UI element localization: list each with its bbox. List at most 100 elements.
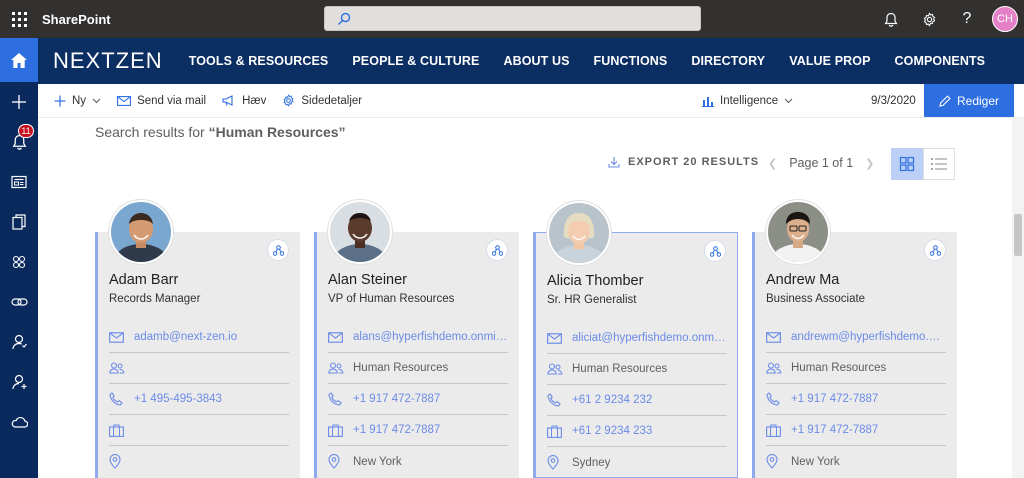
- person-icon[interactable]: [0, 322, 38, 362]
- email-row[interactable]: aliciat@hyperfishdemo.onmicr...: [547, 323, 727, 354]
- search-icon: [338, 12, 351, 25]
- home-icon[interactable]: [0, 38, 38, 82]
- nav-components[interactable]: COMPONENTS: [895, 54, 986, 68]
- location-row: Sydney: [547, 447, 727, 478]
- news-icon[interactable]: [0, 162, 38, 202]
- email-value[interactable]: andrewm@hyperfishdemo.on...: [791, 331, 946, 343]
- nav-functions[interactable]: FUNCTIONS: [594, 54, 668, 68]
- avatar: [109, 200, 173, 264]
- location-value: New York: [353, 455, 402, 468]
- sharepoint-brand[interactable]: SharePoint: [42, 12, 111, 27]
- email-value[interactable]: adamb@next-zen.io: [134, 331, 237, 343]
- phone-value[interactable]: +1 917 472-7887: [353, 393, 440, 405]
- export-button[interactable]: EXPORT 20 RESULTS: [608, 156, 759, 168]
- previous-page-icon[interactable]: ❮: [768, 157, 777, 170]
- department-row: Human Resources: [766, 353, 946, 384]
- phone-row[interactable]: +1 917 472-7887: [328, 384, 508, 415]
- office-phone-value[interactable]: +1 917 472-7887: [791, 424, 878, 436]
- people-icon: [547, 363, 565, 375]
- chevron-down-icon: [784, 98, 793, 104]
- phone-value[interactable]: +1 917 472-7887: [791, 393, 878, 405]
- person-name: Alicia Thomber: [547, 273, 644, 289]
- promote-button[interactable]: Hæv: [222, 95, 266, 107]
- scrollbar-thumb[interactable]: [1014, 214, 1022, 256]
- new-button[interactable]: Ny: [54, 95, 101, 107]
- org-chart-icon[interactable]: [924, 239, 946, 261]
- bell-icon[interactable]: [872, 0, 910, 38]
- office-phone-value[interactable]: +1 917 472-7887: [353, 424, 440, 436]
- org-chart-icon[interactable]: [486, 239, 508, 261]
- phone-row[interactable]: +61 2 9234 232: [547, 385, 727, 416]
- email-row[interactable]: adamb@next-zen.io: [109, 322, 289, 353]
- office-phone-value[interactable]: +61 2 9234 233: [572, 425, 652, 437]
- nav-people-culture[interactable]: PEOPLE & CULTURE: [352, 54, 479, 68]
- vertical-scrollbar[interactable]: [1012, 118, 1024, 478]
- person-card[interactable]: Adam Barr Records Manager adamb@next-zen…: [95, 200, 300, 478]
- pagination: ❮ Page 1 of 1 ❯: [768, 156, 874, 170]
- phone-row[interactable]: +1 917 472-7887: [766, 384, 946, 415]
- help-icon[interactable]: ?: [948, 0, 986, 38]
- site-logo[interactable]: NEXTZEN: [53, 48, 163, 74]
- cloud-icon[interactable]: [0, 402, 38, 442]
- phone-value[interactable]: +61 2 9234 232: [572, 394, 652, 406]
- person-title: VP of Human Resources: [328, 293, 455, 305]
- user-avatar[interactable]: CH: [992, 6, 1018, 32]
- intelligence-label: Intelligence: [720, 95, 779, 107]
- search-input[interactable]: [324, 6, 701, 31]
- notifications-icon[interactable]: 11: [0, 122, 38, 162]
- office-phone-row[interactable]: +1 917 472-7887: [766, 415, 946, 446]
- briefcase-icon: [547, 424, 565, 438]
- phone-row[interactable]: +1 495-495-3843: [109, 384, 289, 415]
- command-bar: Ny Send via mail Hæv Sidedetaljer Intell…: [38, 84, 1024, 118]
- edit-button[interactable]: Rediger: [924, 84, 1014, 117]
- email-row[interactable]: alans@hyperfishdemo.onmicr...: [328, 322, 508, 353]
- page-details-button[interactable]: Sidedetaljer: [282, 94, 362, 107]
- department-value: Human Resources: [353, 362, 449, 374]
- export-label: EXPORT 20 RESULTS: [628, 156, 760, 168]
- phone-value[interactable]: +1 495-495-3843: [134, 393, 222, 405]
- page-date: 9/3/2020: [871, 95, 916, 107]
- add-person-icon[interactable]: [0, 362, 38, 402]
- nav-directory[interactable]: DIRECTORY: [691, 54, 765, 68]
- page-details-label: Sidedetaljer: [301, 94, 363, 107]
- gear-icon[interactable]: [910, 0, 948, 38]
- nav-about-us[interactable]: ABOUT US: [503, 54, 569, 68]
- notification-badge: 11: [18, 124, 34, 138]
- office-phone-row[interactable]: +61 2 9234 233: [547, 416, 727, 447]
- email-value[interactable]: alans@hyperfishdemo.onmicr...: [353, 331, 508, 343]
- phone-icon: [547, 393, 565, 407]
- link-icon[interactable]: [0, 282, 38, 322]
- results-query: “Human Resources”: [208, 124, 346, 140]
- bar-chart-icon: [702, 96, 714, 107]
- office-phone-row[interactable]: [109, 415, 289, 446]
- sites-icon[interactable]: [0, 242, 38, 282]
- list-view-icon[interactable]: [923, 148, 955, 180]
- office-phone-row[interactable]: +1 917 472-7887: [328, 415, 508, 446]
- people-icon: [109, 362, 127, 374]
- new-label: Ny: [72, 94, 87, 107]
- person-card[interactable]: Alicia Thomber Sr. HR Generalist aliciat…: [533, 201, 738, 478]
- org-chart-icon[interactable]: [267, 239, 289, 261]
- department-row: [109, 353, 289, 384]
- person-card[interactable]: Andrew Ma Business Associate andrewm@hyp…: [752, 200, 957, 478]
- grid-view-icon[interactable]: [891, 148, 923, 180]
- email-row[interactable]: andrewm@hyperfishdemo.on...: [766, 322, 946, 353]
- next-page-icon[interactable]: ❯: [865, 157, 874, 170]
- person-card[interactable]: Alan Steiner VP of Human Resources alans…: [314, 200, 519, 478]
- location-pin-icon: [328, 454, 346, 469]
- app-launcher-icon[interactable]: [0, 0, 38, 38]
- send-mail-button[interactable]: Send via mail: [117, 95, 206, 107]
- nav-tools-resources[interactable]: TOOLS & RESOURCES: [189, 54, 329, 68]
- org-chart-icon[interactable]: [704, 240, 726, 262]
- send-mail-label: Send via mail: [137, 94, 207, 107]
- email-value[interactable]: aliciat@hyperfishdemo.onmicr...: [572, 332, 727, 344]
- nav-value-prop[interactable]: VALUE PROP: [789, 54, 870, 68]
- location-pin-icon: [109, 454, 127, 469]
- people-icon: [766, 362, 784, 374]
- intelligence-dropdown[interactable]: Intelligence: [702, 84, 793, 118]
- create-icon[interactable]: [0, 82, 38, 122]
- phone-icon: [766, 392, 784, 406]
- mail-icon: [328, 331, 346, 343]
- location-row: New York: [766, 446, 946, 477]
- files-icon[interactable]: [0, 202, 38, 242]
